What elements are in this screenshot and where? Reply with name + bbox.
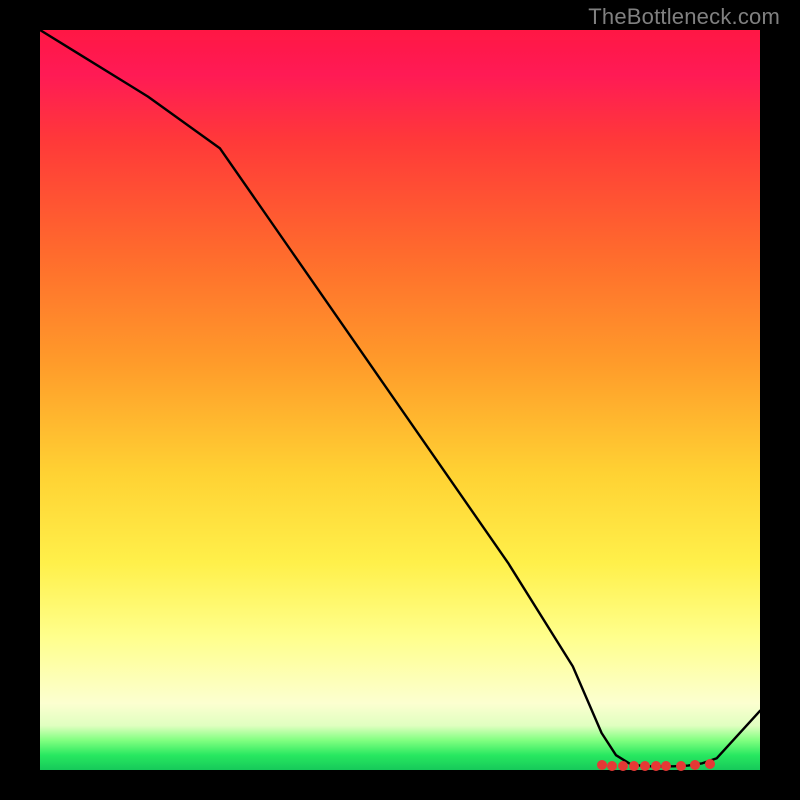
bottleneck-curve [40,30,760,770]
chart-frame: TheBottleneck.com [0,0,800,800]
chart-plot-area [40,30,760,770]
attribution-label: TheBottleneck.com [588,4,780,30]
curve-line [40,30,760,766]
